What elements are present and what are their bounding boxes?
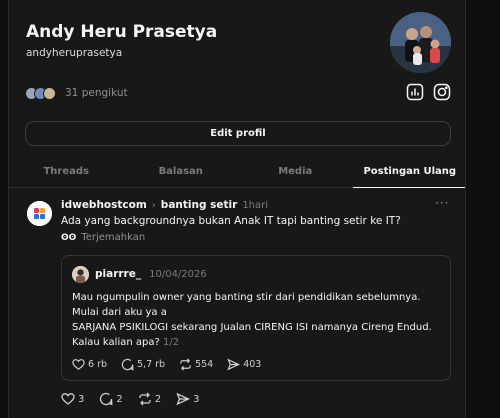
quoted-line: Kalau kalian apa? <box>72 337 160 348</box>
comment-icon <box>100 392 113 406</box>
repost-button[interactable]: 2 <box>138 392 161 406</box>
quoted-author-avatar[interactable] <box>72 266 89 283</box>
send-icon <box>176 392 191 406</box>
tab-media[interactable]: Media <box>238 158 353 187</box>
reply-button[interactable]: 2 <box>99 392 123 406</box>
quoted-text: Mau ngumpulin owner yang banting stir da… <box>72 290 444 350</box>
reply-count: 2 <box>116 393 123 405</box>
repost-icon <box>139 392 151 406</box>
post-topic[interactable]: banting setir <box>161 199 238 211</box>
like-button[interactable]: 3 <box>61 392 84 406</box>
heart-icon <box>61 393 75 405</box>
followers-count: 31 pengikut <box>65 87 128 99</box>
repost-count: 2 <box>154 393 162 405</box>
edit-profile-button[interactable]: Edit profil <box>25 121 451 146</box>
instagram-icon[interactable] <box>433 83 451 101</box>
quoted-stats: 6 rb 5,7 rb 554 403 <box>72 358 275 371</box>
profile-panel: Andy Heru Prasetya andyheruprasetya 31 p… <box>8 0 466 418</box>
chevron-right-icon: › <box>151 199 156 211</box>
translate-label: Terjemahkan <box>81 232 146 243</box>
tab-reposts[interactable]: Postingan Ulang <box>352 158 465 188</box>
insights-icon[interactable] <box>406 83 424 101</box>
profile-handle: andyheruprasetya <box>26 47 123 59</box>
profile-name: Andy Heru Prasetya <box>26 22 218 42</box>
translate-icon: ʘʘ <box>61 232 77 243</box>
share-count: 3 <box>193 393 200 405</box>
quoted-post[interactable]: piarrre_ 10/04/2026 Mau ngumpulin owner … <box>61 255 451 381</box>
post-header: idwebhostcom › banting setir 1hari <box>61 199 268 211</box>
quoted-username[interactable]: piarrre_ <box>95 268 141 280</box>
quoted-repost-count: 554 <box>195 359 214 370</box>
translate-link[interactable]: ʘʘ Terjemahkan <box>61 232 145 243</box>
quoted-repost-button[interactable]: 554 <box>179 358 213 371</box>
share-button[interactable]: 3 <box>176 392 200 406</box>
quoted-reply-count: 5,7 rb <box>137 359 166 370</box>
quoted-share-count: 403 <box>243 359 262 370</box>
tab-replies[interactable]: Balasan <box>124 158 239 187</box>
quoted-like-count: 6 rb <box>88 359 107 370</box>
quoted-date: 10/04/2026 <box>149 268 207 280</box>
post-author-avatar[interactable] <box>27 201 52 226</box>
heart-icon <box>72 359 85 370</box>
post-time: 1hari <box>242 199 269 211</box>
quoted-like-button[interactable]: 6 rb <box>72 358 107 371</box>
quoted-page-indicator: 1/2 <box>162 337 180 348</box>
post-text: Ada yang backgroundnya bukan Anak IT tap… <box>61 215 401 227</box>
repost-icon <box>180 358 191 371</box>
profile-avatar[interactable] <box>390 12 451 73</box>
profile-tabs: Threads Balasan Media Postingan Ulang <box>9 158 465 188</box>
post-stats: 3 2 2 3 <box>61 392 215 406</box>
tab-threads[interactable]: Threads <box>9 158 124 187</box>
follower-avatar <box>43 86 56 100</box>
quoted-line: SARJANA PSIKILOGI sekarang Jualan CIRENG… <box>72 322 432 333</box>
quoted-share-button[interactable]: 403 <box>227 358 261 371</box>
post-username[interactable]: idwebhostcom <box>61 199 147 211</box>
like-count: 3 <box>78 393 85 405</box>
quoted-line: Mau ngumpulin owner yang banting stir da… <box>72 292 421 303</box>
quoted-header: piarrre_ 10/04/2026 <box>95 268 207 280</box>
followers-row[interactable]: 31 pengikut <box>25 85 128 101</box>
quoted-line: Mulai dari aku ya a <box>72 307 167 318</box>
send-icon <box>227 358 241 371</box>
quoted-reply-button[interactable]: 5,7 rb <box>121 358 165 371</box>
comment-icon <box>121 358 134 371</box>
more-options-icon[interactable]: ··· <box>435 196 449 210</box>
